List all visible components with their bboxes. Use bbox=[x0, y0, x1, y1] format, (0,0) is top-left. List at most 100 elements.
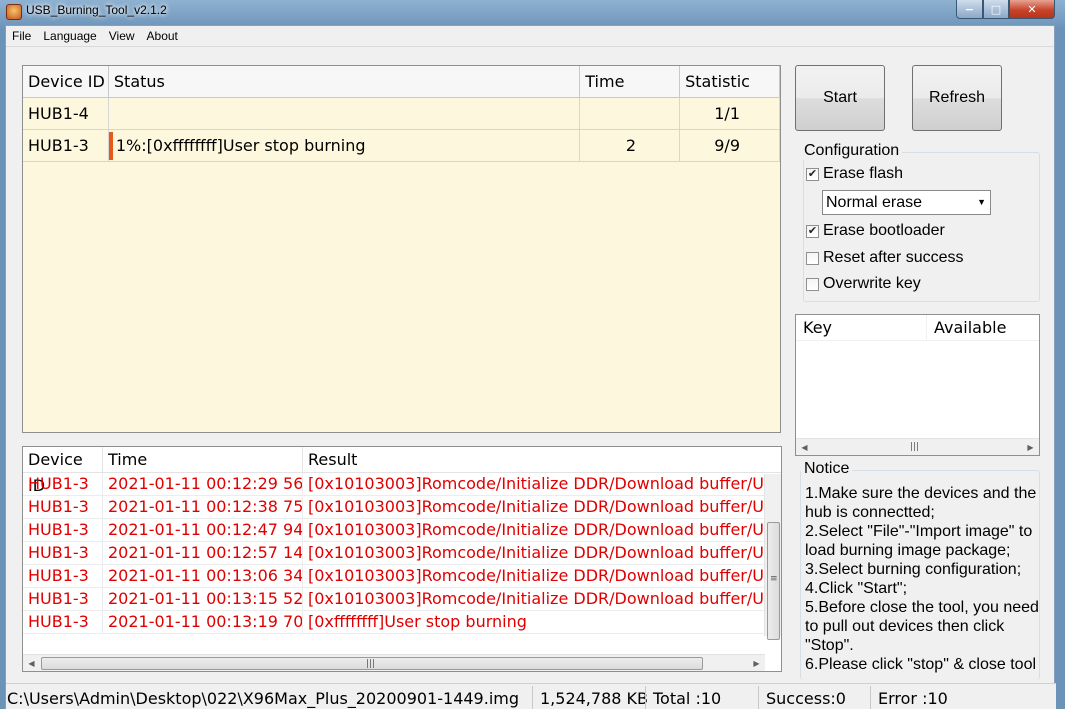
title-bar[interactable]: USB_Burning_Tool_v2.1.2 − □ ✕ bbox=[0, 0, 1065, 25]
scroll-right-icon[interactable]: ▶ bbox=[1022, 439, 1039, 456]
device-table[interactable]: Device ID Status Time Statistic HUB1-4 1… bbox=[22, 65, 781, 433]
status-separator bbox=[870, 686, 871, 709]
col-result[interactable]: Result bbox=[303, 447, 763, 473]
log-result-cell: [0x10103003]Romcode/Initialize DDR/Downl… bbox=[308, 543, 763, 562]
configuration-title: Configuration bbox=[801, 142, 903, 160]
log-time-cell: 2021-01-11 00:13:15 527 bbox=[103, 588, 303, 610]
log-time-cell: 2021-01-11 00:12:38 752 bbox=[103, 496, 303, 518]
menu-view[interactable]: View bbox=[103, 26, 141, 46]
log-table-header: Device ID Time Result bbox=[23, 447, 781, 495]
col-available[interactable]: Available bbox=[926, 315, 1006, 340]
start-button[interactable]: Start bbox=[795, 65, 885, 131]
erase-flash-checkbox[interactable]: ✔ Erase flash bbox=[806, 165, 903, 183]
status-separator bbox=[645, 686, 646, 709]
scroll-left-icon[interactable]: ◀ bbox=[23, 655, 40, 672]
status-bar: C:\Users\Admin\Desktop\022\X96Max_Plus_2… bbox=[6, 683, 1056, 709]
reset-after-success-checkbox[interactable]: Reset after success bbox=[806, 249, 964, 267]
status-cell bbox=[109, 98, 581, 130]
menu-language[interactable]: Language bbox=[37, 26, 102, 46]
key-table-header: Key Available bbox=[796, 315, 1039, 341]
window-controls: − □ ✕ bbox=[956, 0, 1055, 19]
refresh-button[interactable]: Refresh bbox=[912, 65, 1002, 131]
dropdown-arrow-icon[interactable]: ▼ bbox=[977, 191, 986, 214]
status-image-size: 1,524,788 KB bbox=[540, 689, 648, 708]
checkbox-unchecked-icon[interactable] bbox=[806, 277, 819, 291]
erase-mode-select[interactable]: Normal erase ▼ bbox=[822, 190, 991, 215]
status-success: Success:0 bbox=[766, 689, 846, 708]
log-time-cell: 2021-01-11 00:12:29 563 bbox=[103, 473, 303, 495]
log-device-id-cell: HUB1-3 bbox=[23, 496, 103, 518]
close-button[interactable]: ✕ bbox=[1009, 0, 1055, 19]
table-row[interactable]: HUB1-3 2021-01-11 00:13:06 341 [0x10103003… bbox=[23, 565, 781, 588]
table-row[interactable]: HUB1-3 2021-01-11 00:12:38 752 [0x10103003… bbox=[23, 496, 781, 519]
reset-after-success-label: Reset after success bbox=[823, 249, 964, 266]
log-result-cell: [0x10103003]Romcode/Initialize DDR/Downl… bbox=[308, 474, 763, 493]
menu-about[interactable]: About bbox=[141, 26, 184, 46]
table-row[interactable]: HUB1-3 2021-01-11 00:12:47 948 [0x10103003… bbox=[23, 519, 781, 542]
status-separator bbox=[532, 686, 533, 709]
status-total: Total :10 bbox=[653, 689, 722, 708]
col-device-id[interactable]: Device ID bbox=[23, 66, 109, 98]
minimize-button[interactable]: − bbox=[956, 0, 983, 19]
app-icon bbox=[6, 4, 22, 20]
table-row[interactable]: HUB1-3 2021-01-11 00:12:29 563 [0x10103003… bbox=[23, 473, 781, 496]
table-row[interactable]: HUB1-3 1%:[0xffffffff]User stop burning … bbox=[23, 130, 780, 162]
key-table[interactable]: Key Available ◀ ||| ▶ bbox=[795, 314, 1040, 456]
vertical-scrollbar[interactable]: ≡ bbox=[764, 474, 781, 640]
log-time-cell: 2021-01-11 00:13:19 703 bbox=[103, 611, 303, 633]
client-area: File Language View About Device ID Statu… bbox=[5, 25, 1056, 709]
col-time[interactable]: Time bbox=[580, 66, 681, 98]
scroll-right-icon[interactable]: ▶ bbox=[748, 655, 765, 672]
log-device-id-cell: HUB1-3 bbox=[23, 588, 103, 610]
device-id-cell: HUB1-3 bbox=[23, 130, 109, 162]
log-rows: HUB1-3 2021-01-11 00:12:29 563 [0x10103003… bbox=[23, 473, 781, 634]
col-key[interactable]: Key bbox=[796, 315, 926, 340]
horizontal-scrollbar[interactable]: ◀ ||| ▶ bbox=[23, 654, 765, 671]
overwrite-key-checkbox[interactable]: Overwrite key bbox=[806, 275, 921, 293]
log-device-id-cell: HUB1-3 bbox=[23, 611, 103, 633]
log-time-cell: 2021-01-11 00:12:57 144 bbox=[103, 542, 303, 564]
col-time[interactable]: Time bbox=[103, 447, 303, 473]
notice-title: Notice bbox=[801, 460, 853, 478]
status-image-path: C:\Users\Admin\Desktop\022\X96Max_Plus_2… bbox=[7, 689, 520, 708]
col-status[interactable]: Status bbox=[109, 66, 581, 98]
menu-divider bbox=[6, 46, 1054, 47]
menu-file[interactable]: File bbox=[6, 26, 37, 46]
col-device-id[interactable]: Device ID bbox=[23, 447, 103, 495]
log-result-cell: [0x10103003]Romcode/Initialize DDR/Downl… bbox=[308, 589, 763, 608]
scroll-thumb-horizontal[interactable]: ||| bbox=[41, 657, 703, 670]
col-statistic[interactable]: Statistic bbox=[680, 66, 780, 98]
scroll-thumb-vertical[interactable]: ≡ bbox=[767, 522, 780, 640]
checkbox-unchecked-icon[interactable] bbox=[806, 251, 819, 265]
table-row[interactable]: HUB1-3 2021-01-11 00:13:15 527 [0x10103003… bbox=[23, 588, 781, 611]
checkbox-checked-icon[interactable]: ✔ bbox=[806, 224, 819, 238]
device-table-body: HUB1-4 1/1 HUB1-3 1%:[0xffffffff]User st… bbox=[23, 98, 780, 432]
log-result-cell: [0x10103003]Romcode/Initialize DDR/Downl… bbox=[308, 566, 763, 585]
log-result-cell: [0x10103003]Romcode/Initialize DDR/Downl… bbox=[308, 497, 763, 516]
progress-bar bbox=[108, 132, 113, 160]
status-text: 1%:[0xffffffff]User stop burning bbox=[115, 136, 366, 155]
status-cell: 1%:[0xffffffff]User stop burning bbox=[108, 130, 581, 162]
device-table-header: Device ID Status Time Statistic bbox=[23, 66, 780, 98]
scroll-left-icon[interactable]: ◀ bbox=[796, 439, 813, 456]
time-cell: 2 bbox=[580, 130, 681, 162]
notice-text: 1.Make sure the devices and the hub is c… bbox=[805, 485, 1039, 673]
erase-bootloader-checkbox[interactable]: ✔ Erase bootloader bbox=[806, 222, 945, 240]
maximize-button[interactable]: □ bbox=[983, 0, 1009, 19]
table-row[interactable]: HUB1-3 2021-01-11 00:12:57 144 [0x10103003… bbox=[23, 542, 781, 565]
log-table[interactable]: Device ID Time Result HUB1-3 2021-01-11 0… bbox=[22, 446, 782, 672]
key-horizontal-scrollbar[interactable]: ◀ ||| ▶ bbox=[796, 438, 1039, 455]
log-device-id-cell: HUB1-3 bbox=[23, 565, 103, 587]
statistic-cell: 9/9 bbox=[680, 130, 780, 162]
status-separator bbox=[758, 686, 759, 709]
checkbox-checked-icon[interactable]: ✔ bbox=[806, 167, 819, 181]
log-device-id-cell: HUB1-3 bbox=[23, 519, 103, 541]
overwrite-key-label: Overwrite key bbox=[823, 275, 921, 292]
time-cell bbox=[580, 98, 681, 130]
table-row[interactable]: HUB1-3 2021-01-11 00:13:19 703 [0xffffffff… bbox=[23, 611, 781, 634]
device-id-cell: HUB1-4 bbox=[23, 98, 109, 130]
app-window: USB_Burning_Tool_v2.1.2 − □ ✕ File Langu… bbox=[0, 0, 1065, 709]
status-error: Error :10 bbox=[878, 689, 948, 708]
log-time-cell: 2021-01-11 00:13:06 341 bbox=[103, 565, 303, 587]
table-row[interactable]: HUB1-4 1/1 bbox=[23, 98, 780, 130]
